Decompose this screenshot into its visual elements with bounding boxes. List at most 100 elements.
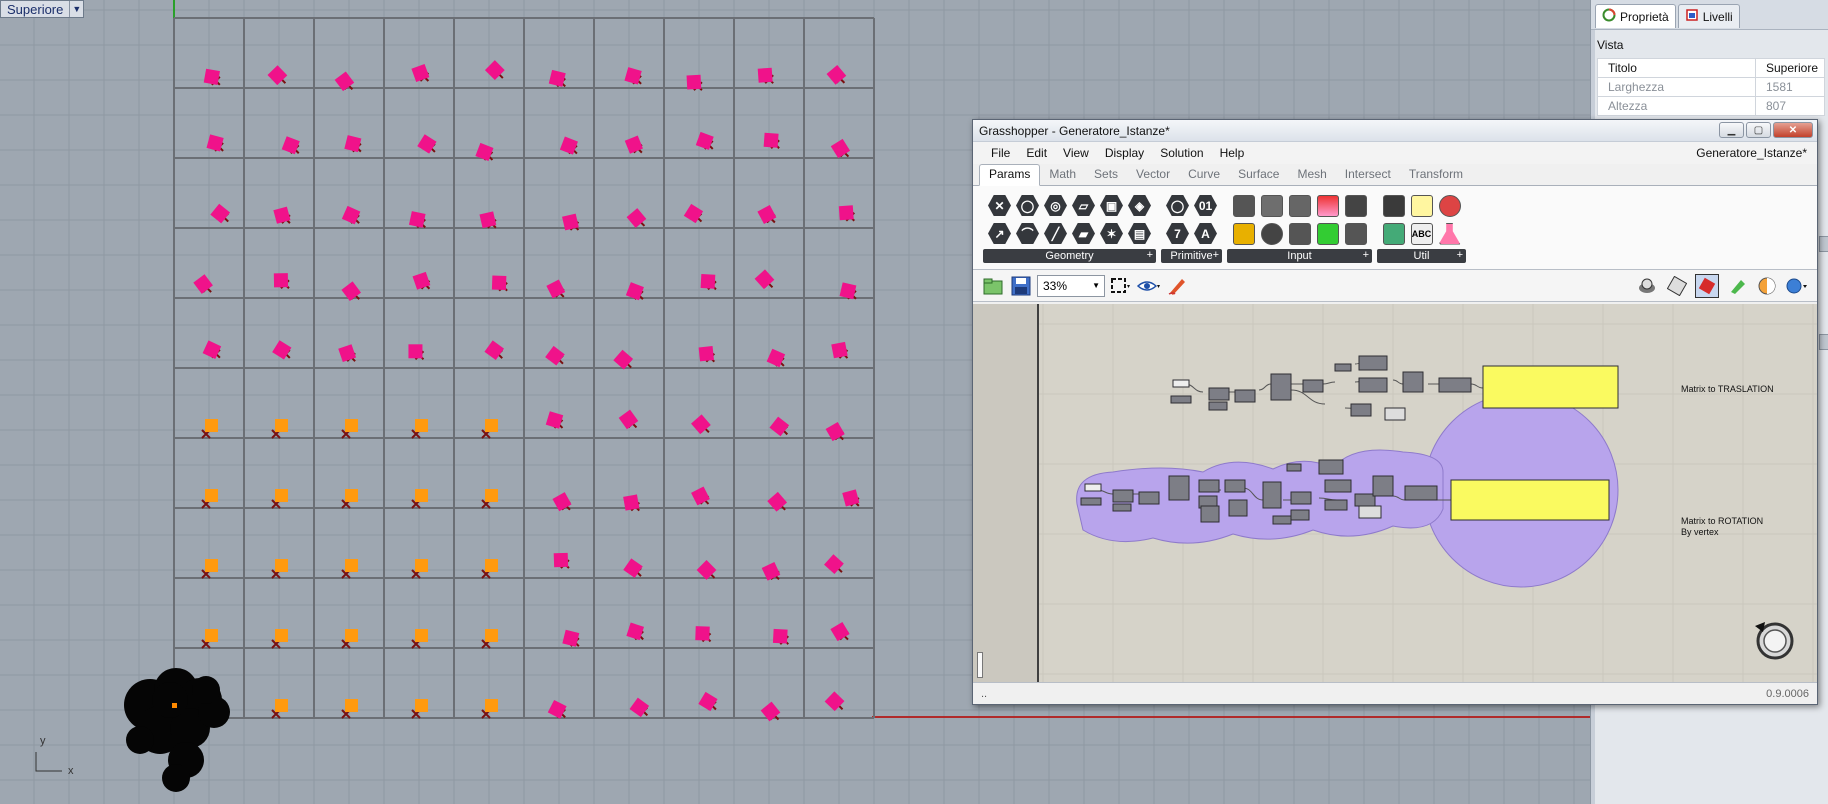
list-input-icon[interactable] [1287, 221, 1312, 246]
image-sampler-icon[interactable] [1343, 221, 1368, 246]
menu-display[interactable]: Display [1097, 146, 1152, 160]
output-panel-node[interactable] [1384, 407, 1406, 421]
group-input-label[interactable]: Input + [1227, 249, 1372, 263]
menu-help[interactable]: Help [1212, 146, 1253, 160]
vector-param-icon[interactable]: ↗ [987, 221, 1012, 246]
component-node[interactable] [1438, 377, 1472, 393]
open-file-button[interactable] [981, 274, 1005, 298]
text-tag-icon[interactable]: ABC [1409, 221, 1434, 246]
circle-param-icon[interactable]: ◯ [1015, 193, 1040, 218]
component-node[interactable] [1272, 515, 1292, 525]
control-knob-icon[interactable] [1259, 221, 1284, 246]
preview-selected-button[interactable] [1695, 273, 1719, 298]
component-node[interactable] [1234, 389, 1256, 403]
component-node[interactable] [1208, 387, 1230, 401]
save-file-button[interactable] [1009, 274, 1033, 298]
component-node[interactable] [1198, 479, 1220, 493]
brep-param-icon[interactable]: ◈ [1127, 193, 1152, 218]
curve-param-icon[interactable]: ⌒ [1015, 221, 1040, 246]
group-primitive-label[interactable]: Primitive + [1161, 249, 1222, 263]
minimize-button[interactable]: ▁ [1719, 122, 1744, 138]
value-list-icon[interactable] [1287, 193, 1312, 218]
colour-mode-button[interactable] [1755, 274, 1779, 298]
button-input-icon[interactable] [1259, 193, 1284, 218]
component-node[interactable] [1112, 503, 1132, 512]
component-node[interactable] [1354, 493, 1376, 507]
display-mode-button[interactable] [1785, 274, 1809, 298]
cluster-icon[interactable] [1381, 193, 1406, 218]
tab-curve[interactable]: Curve [1179, 165, 1229, 185]
close-button[interactable]: ✕ [1773, 122, 1813, 138]
scribble-icon[interactable] [1381, 221, 1406, 246]
box-param-icon[interactable]: ▣ [1099, 193, 1124, 218]
geometry-param-icon[interactable]: ✕ [987, 193, 1012, 218]
group-util-label[interactable]: Util + [1377, 249, 1466, 263]
grasshopper-canvas[interactable]: Matrix to TRASLATION Matrix to ROTATION … [973, 304, 1817, 684]
component-node[interactable] [1270, 373, 1292, 401]
zoom-extents-button[interactable] [1109, 274, 1133, 298]
window-title-bar[interactable]: Grasshopper - Generatore_Istanze* [973, 120, 1817, 142]
property-value[interactable]: Superiore [1754, 58, 1826, 78]
component-node[interactable] [1262, 481, 1282, 509]
group-param-icon[interactable]: ▤ [1127, 221, 1152, 246]
mesh-param-icon[interactable]: ✶ [1099, 221, 1124, 246]
tab-properties[interactable]: Proprietà [1595, 4, 1676, 28]
preview-toggle-button[interactable] [1137, 274, 1161, 298]
boolean-param-icon[interactable]: ◯ [1165, 193, 1190, 218]
component-node[interactable] [1402, 371, 1424, 393]
menu-view[interactable]: View [1055, 146, 1097, 160]
tab-params[interactable]: Params [979, 164, 1041, 186]
component-node[interactable] [1168, 475, 1190, 501]
component-node[interactable] [1302, 379, 1324, 393]
component-node[interactable] [1324, 499, 1348, 511]
text-param-icon[interactable]: A [1193, 221, 1218, 246]
component-node[interactable] [1286, 463, 1302, 472]
plane-param-icon[interactable]: ▰ [1071, 221, 1096, 246]
component-node[interactable] [1404, 485, 1438, 501]
translation-output-panel[interactable] [1482, 365, 1619, 409]
component-node[interactable] [1324, 479, 1352, 493]
tab-math[interactable]: Math [1040, 165, 1085, 185]
component-node[interactable] [1228, 499, 1248, 517]
component-node[interactable] [1290, 491, 1312, 505]
viewport-name-tab[interactable]: Superiore ▼ [0, 0, 85, 18]
number-param-icon[interactable]: 01 [1193, 193, 1218, 218]
surface-param-icon[interactable]: ▱ [1071, 193, 1096, 218]
rotation-output-panel[interactable] [1450, 479, 1610, 521]
curve-graph-icon[interactable] [1343, 193, 1368, 218]
expand-icon[interactable]: + [1457, 249, 1463, 261]
tab-sets[interactable]: Sets [1085, 165, 1127, 185]
matrix-input-icon[interactable] [1315, 221, 1340, 246]
tab-layers[interactable]: Livelli [1677, 4, 1740, 28]
boolean-toggle-icon[interactable] [1231, 193, 1256, 218]
component-node[interactable] [1112, 489, 1134, 503]
expand-icon[interactable]: + [1147, 249, 1153, 261]
panel-edge-tab[interactable] [1819, 236, 1828, 252]
arc-param-icon[interactable]: ◎ [1043, 193, 1068, 218]
component-node[interactable] [1358, 377, 1388, 393]
menu-edit[interactable]: Edit [1018, 146, 1055, 160]
flask-icon[interactable] [1437, 221, 1462, 246]
output-panel-node[interactable] [1358, 505, 1382, 519]
panel-edge-tab[interactable] [1819, 334, 1828, 350]
graph-mapper-icon[interactable] [1231, 221, 1256, 246]
viewport-menu-dropdown-icon[interactable]: ▼ [69, 1, 83, 17]
maximize-button[interactable]: ▢ [1746, 122, 1771, 138]
navigation-compass-icon[interactable] [1749, 616, 1801, 662]
component-node[interactable] [1290, 509, 1310, 521]
component-node[interactable] [1350, 403, 1372, 417]
menu-solution[interactable]: Solution [1152, 146, 1211, 160]
preview-shaded-button[interactable] [1665, 274, 1689, 298]
input-panel-node[interactable] [1084, 483, 1102, 492]
component-node[interactable] [1318, 459, 1344, 475]
panel-icon[interactable] [1409, 193, 1434, 218]
tab-transform[interactable]: Transform [1400, 165, 1472, 185]
green-shading-button[interactable] [1725, 274, 1749, 298]
component-node[interactable] [1224, 479, 1246, 493]
preview-wireframe-button[interactable] [1635, 274, 1659, 298]
line-param-icon[interactable]: ╱ [1043, 221, 1068, 246]
sketch-button[interactable] [1165, 274, 1189, 298]
component-node[interactable] [1372, 475, 1394, 497]
component-node[interactable] [1358, 355, 1388, 371]
component-node[interactable] [1080, 497, 1102, 506]
